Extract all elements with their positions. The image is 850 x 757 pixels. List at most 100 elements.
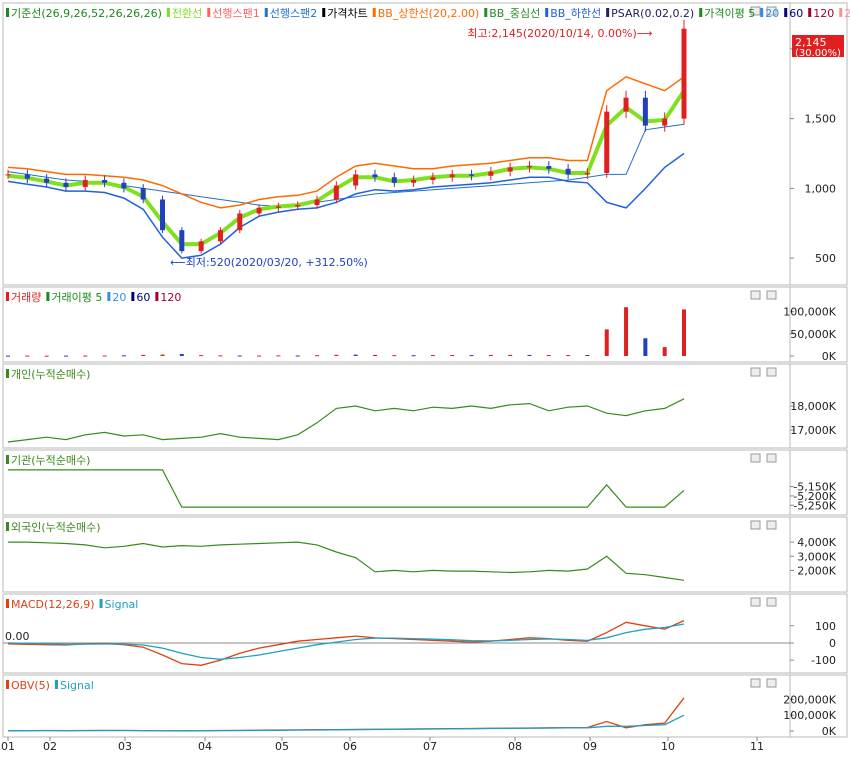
- legend-label: 120: [160, 291, 181, 304]
- annotation-high: 최고:2,145(2020/10/14, 0.00%)⟶: [467, 27, 652, 40]
- volume-bar: [141, 354, 146, 356]
- y-tick-label: 200,000K: [783, 693, 836, 706]
- volume-bar: [585, 354, 590, 356]
- volume-bar: [469, 355, 474, 357]
- volume-bar: [662, 347, 667, 356]
- panel-close-icon: [766, 290, 777, 300]
- legend-swatch: [6, 292, 9, 301]
- legend-label: 외국인(누적순매수): [11, 521, 101, 534]
- volume-bar: [682, 309, 686, 356]
- candle-body: [160, 199, 166, 231]
- x-tick-label: 10: [661, 740, 675, 753]
- candle-body: [5, 174, 11, 176]
- legend-swatch: [131, 292, 135, 301]
- candle-body: [391, 177, 397, 183]
- legend-label: MACD(12,26,9): [11, 598, 95, 611]
- volume-bar: [546, 355, 551, 357]
- y-axis-frame-1: [789, 286, 848, 363]
- candle-body: [469, 174, 475, 176]
- panel-minimize-icon: [750, 520, 761, 530]
- candle-body: [584, 173, 590, 175]
- candle-body: [333, 185, 339, 200]
- volume-bar: [527, 354, 532, 356]
- volume-bar: [218, 355, 223, 357]
- candle-body: [681, 28, 687, 119]
- candle-body: [623, 97, 629, 112]
- panel-frame-0: [2, 2, 791, 286]
- volume-bar: [160, 354, 165, 356]
- volume-bar: [411, 355, 416, 357]
- legend-label: PSAR(0.02,0.2): [611, 7, 694, 20]
- legend-swatch: [54, 680, 58, 689]
- volume-bar: [430, 355, 435, 357]
- panel-close-icon: [766, 367, 777, 377]
- volume-bar: [257, 355, 262, 357]
- y-tick-label: 50,000K: [790, 328, 836, 341]
- legend-swatch: [545, 8, 549, 17]
- candle-body: [217, 230, 223, 242]
- legend-label: 선행스팬1: [212, 7, 259, 20]
- candle-body: [140, 188, 146, 200]
- legend-label: Signal: [105, 598, 139, 611]
- legend-swatch: [207, 8, 211, 17]
- candle-body: [642, 97, 648, 126]
- candle-body: [121, 182, 127, 189]
- chart-canvas[interactable]: 5001,0001,5002,000기준선(26,9,26,52,26,26,2…: [0, 0, 850, 753]
- volume-bar: [488, 354, 493, 356]
- legend-label: Signal: [60, 679, 94, 692]
- y-tick-label: 500: [815, 252, 836, 265]
- candle-body: [314, 199, 320, 206]
- volume-bar: [566, 355, 571, 357]
- volume-bar: [44, 355, 49, 357]
- legend-label: BB_하한선: [550, 6, 601, 20]
- y-tick-label: 4,000K: [797, 536, 836, 549]
- legend-label: 240: [844, 7, 850, 20]
- panel-minimize-icon: [750, 597, 761, 607]
- y-tick-label: 100,000K: [783, 306, 836, 319]
- legend-label: 거래량: [11, 291, 41, 304]
- last-change-label: (30.00%): [795, 48, 841, 59]
- candle-body: [449, 174, 455, 178]
- legend-swatch: [6, 369, 9, 378]
- volume-bar: [372, 354, 377, 356]
- volume-bar: [450, 355, 455, 357]
- candle-body: [44, 178, 50, 183]
- legend-swatch: [107, 292, 111, 301]
- panel-frame-6: [2, 674, 791, 738]
- legend-swatch: [6, 522, 9, 531]
- x-tick-label: 05: [275, 740, 289, 753]
- candle-body: [24, 174, 30, 179]
- y-tick-label: 0: [829, 637, 836, 650]
- legend-swatch: [372, 8, 376, 17]
- legend-label: 60: [136, 291, 150, 304]
- y-tick-label: 100,000K: [783, 709, 836, 722]
- legend-label: 기관(누적순매수): [11, 454, 90, 467]
- panel-frame-4: [2, 516, 791, 593]
- volume-bar: [643, 338, 648, 356]
- candle-body: [526, 166, 532, 168]
- volume-bar: [315, 355, 320, 357]
- volume-bar: [276, 355, 281, 357]
- y-tick-label: 3,000K: [797, 550, 836, 563]
- panel-close-icon: [766, 453, 777, 463]
- panel-minimize-icon: [750, 290, 761, 300]
- y-tick-label: 17,000K: [790, 424, 836, 437]
- candle-body: [662, 118, 668, 126]
- panel-minimize-icon: [750, 453, 761, 463]
- panel-minimize-icon: [750, 678, 761, 688]
- legend-swatch: [808, 8, 812, 17]
- legend-swatch: [264, 8, 268, 17]
- x-tick-label: 11: [750, 740, 764, 753]
- volume-bar: [353, 354, 358, 356]
- legend-label: 가격이평 5: [704, 7, 755, 20]
- panel-close-icon: [766, 678, 777, 688]
- volume-bar: [25, 355, 30, 357]
- volume-bar: [508, 354, 513, 356]
- candle-body: [237, 213, 243, 231]
- candle-body: [295, 205, 301, 207]
- y-tick-label: 0K: [822, 350, 837, 363]
- volume-bar: [199, 355, 204, 357]
- y-tick-label: -5,250K: [793, 499, 836, 512]
- legend-swatch: [166, 8, 170, 17]
- stock-chart-window: 5001,0001,5002,000기준선(26,9,26,52,26,26,2…: [0, 0, 850, 753]
